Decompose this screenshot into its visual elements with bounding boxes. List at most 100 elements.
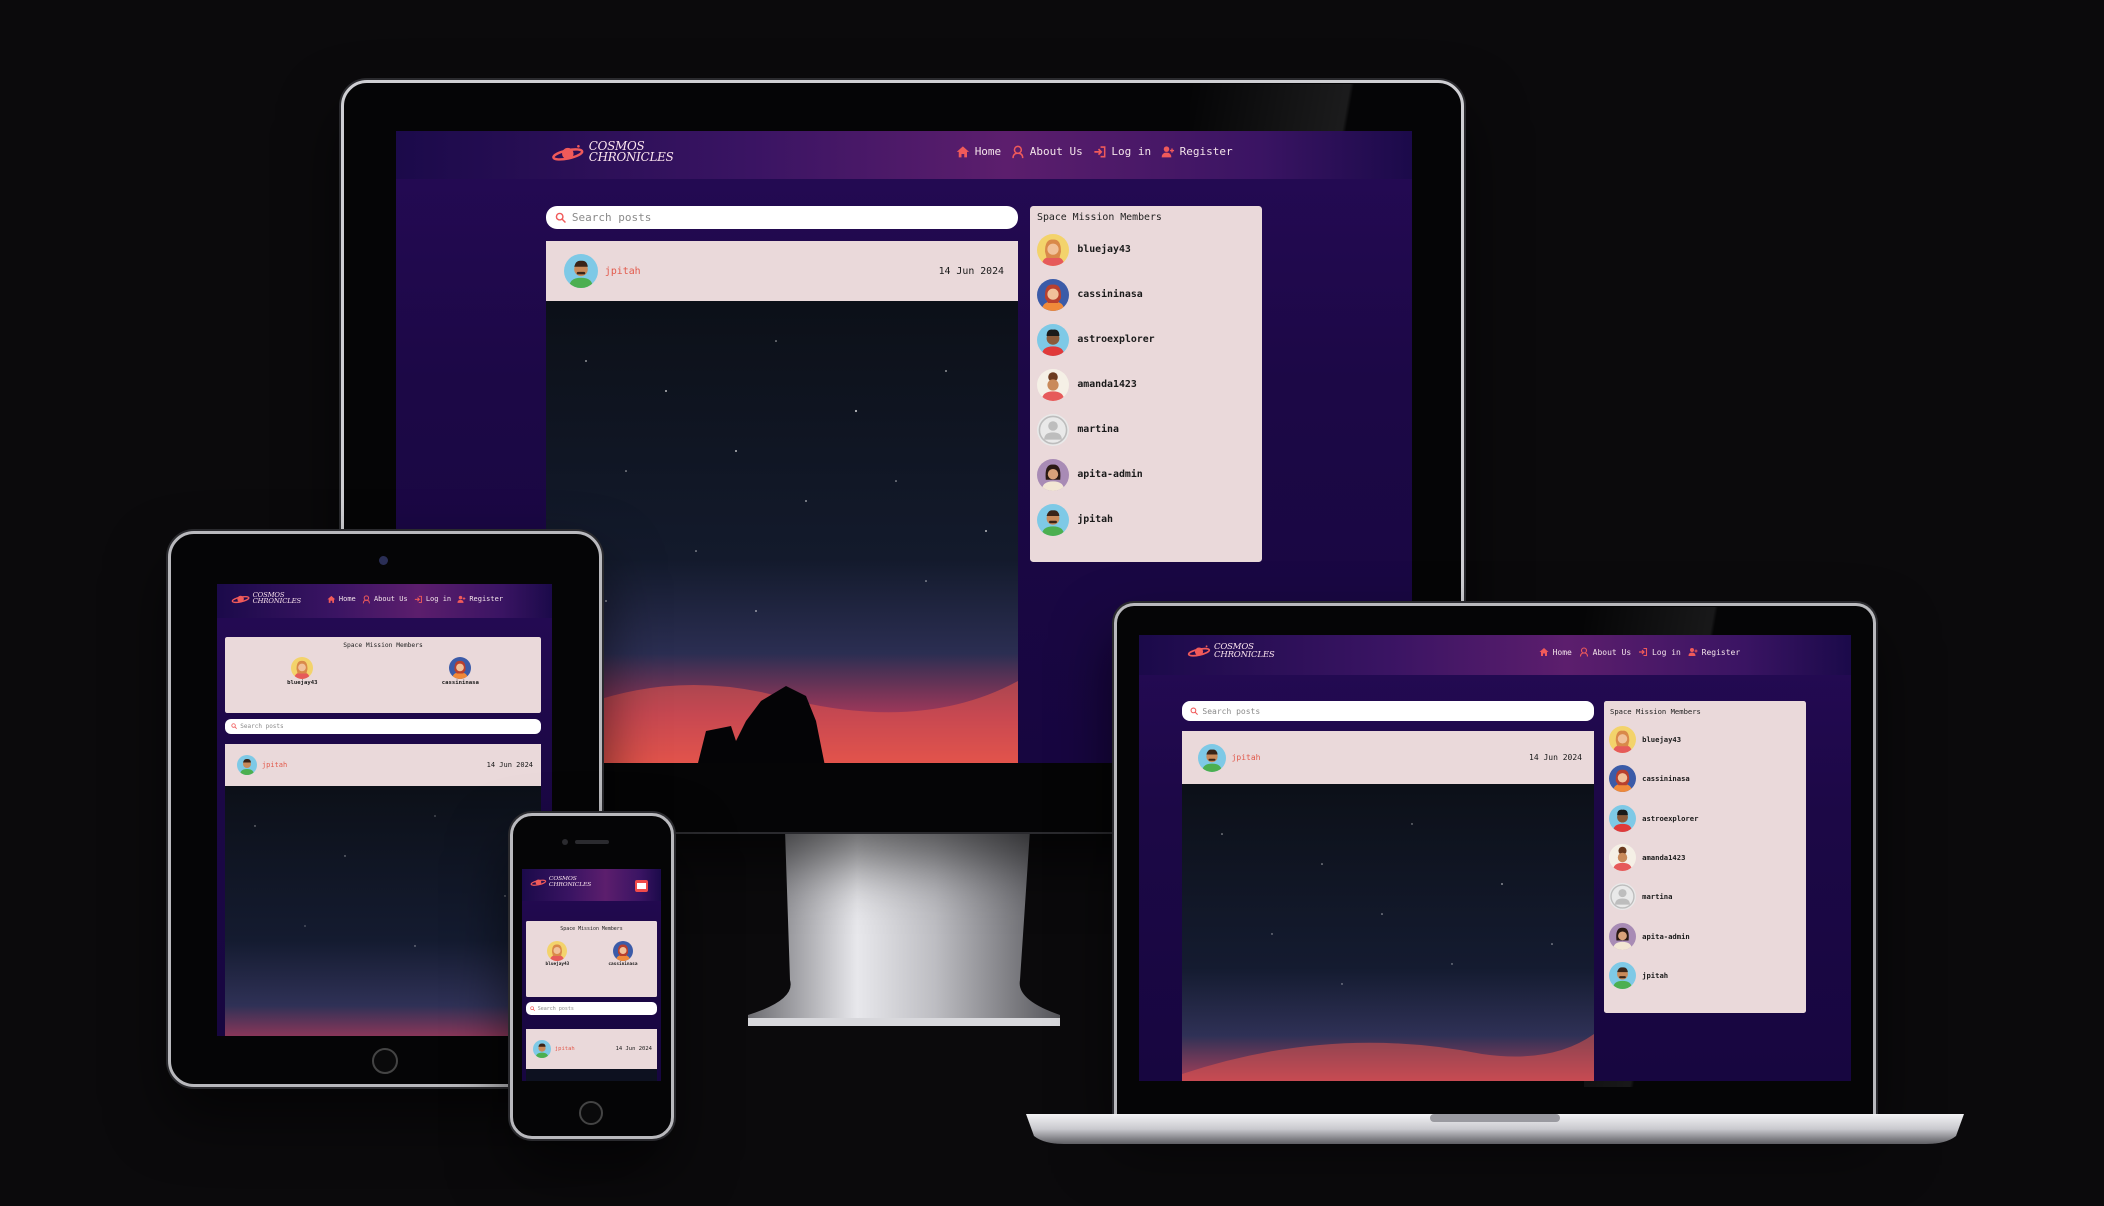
nav-register[interactable]: Register: [1161, 145, 1233, 159]
add-user-icon: [1688, 647, 1698, 657]
member-name: bluejay43: [545, 962, 570, 968]
search-icon: [555, 212, 567, 224]
nav-register[interactable]: Register: [1688, 647, 1740, 657]
member-name: cassininasa: [1642, 774, 1690, 784]
post-author[interactable]: jpitah: [564, 254, 641, 288]
member-row[interactable]: jpitah: [1604, 956, 1806, 995]
search-icon: [530, 1006, 535, 1011]
member-row[interactable]: martina: [1030, 407, 1262, 452]
monitor-stand: [748, 830, 1060, 1026]
planet-logo-icon: [551, 143, 585, 163]
add-user-icon: [1161, 145, 1175, 159]
avatar: [1609, 804, 1637, 832]
nav-login[interactable]: Log in: [1638, 647, 1681, 657]
member-row[interactable]: bluejay43: [1030, 227, 1262, 272]
avatar: [1037, 413, 1070, 446]
tablet-camera: [379, 556, 388, 565]
avatar: [533, 1040, 551, 1058]
avatar: [1037, 458, 1070, 491]
post-card[interactable]: jpitah 14 Jun 2024: [225, 744, 541, 1036]
logo[interactable]: COSMOS CHRONICLES: [231, 592, 301, 605]
post-image: [225, 786, 541, 1036]
post-author[interactable]: jpitah: [533, 1040, 575, 1058]
hamburger-menu-icon[interactable]: [635, 880, 648, 892]
astronaut-icon: [1011, 145, 1025, 159]
member-name: bluejay43: [1077, 244, 1131, 255]
member-card[interactable]: cassininasa: [442, 657, 479, 686]
nav-home[interactable]: Home: [956, 145, 1001, 159]
logo[interactable]: COSMOS CHRONICLES: [1187, 643, 1275, 659]
member-row[interactable]: astroexplorer: [1604, 799, 1806, 838]
avatar: [237, 755, 257, 775]
avatar: [1037, 233, 1070, 266]
nav-home[interactable]: Home: [327, 595, 356, 604]
search-input[interactable]: Search posts: [526, 1002, 657, 1015]
avatar: [1609, 844, 1637, 872]
member-row[interactable]: apita-admin: [1030, 452, 1262, 497]
search-input[interactable]: Search posts: [1182, 701, 1594, 721]
nav-about[interactable]: About Us: [362, 595, 408, 604]
post-card[interactable]: jpitah 14 Jun 2024: [526, 1029, 657, 1081]
laptop-base: [1026, 1114, 1964, 1144]
member-name: martina: [1077, 424, 1119, 435]
planet-logo-icon: [530, 877, 547, 887]
laptop-screen: COSMOS CHRONICLES Home About Us Log in Re…: [1139, 635, 1851, 1081]
nav-home[interactable]: Home: [1539, 647, 1572, 657]
member-row[interactable]: apita-admin: [1604, 916, 1806, 955]
avatar: [1037, 368, 1070, 401]
member-row[interactable]: jpitah: [1030, 497, 1262, 542]
tablet-screen: COSMOS CHRONICLES Home About Us Log in Re…: [217, 584, 552, 1036]
avatar: [1609, 726, 1637, 754]
post-author[interactable]: jpitah: [1198, 743, 1261, 772]
member-name: apita-admin: [1642, 931, 1690, 941]
post-date: 14 Jun 2024: [486, 761, 533, 769]
nav-register[interactable]: Register: [457, 595, 503, 604]
member-card[interactable]: bluejay43: [545, 941, 570, 968]
avatar: [612, 941, 633, 961]
post-header: jpitah 14 Jun 2024: [526, 1029, 657, 1069]
member-row[interactable]: bluejay43: [1604, 720, 1806, 759]
member-row[interactable]: amanda1423: [1604, 838, 1806, 877]
post-author[interactable]: jpitah: [237, 755, 287, 775]
add-user-icon: [457, 595, 466, 604]
member-name: martina: [1642, 892, 1673, 902]
member-row[interactable]: cassininasa: [1030, 272, 1262, 317]
avatar: [547, 941, 568, 961]
member-name: jpitah: [1077, 514, 1113, 525]
logo[interactable]: COSMOS CHRONICLES: [530, 876, 591, 887]
member-row[interactable]: cassininasa: [1604, 759, 1806, 798]
home-icon: [327, 595, 336, 604]
nav-login[interactable]: Log in: [414, 595, 451, 604]
members-panel: Space Mission Members bluejay43 cassinina…: [526, 921, 657, 997]
navbar: COSMOS CHRONICLES Home About Us Log in R…: [396, 131, 1412, 179]
login-icon: [1093, 145, 1107, 159]
search-input[interactable]: Search posts: [546, 206, 1018, 229]
phone-screen: COSMOS CHRONICLES Space Mission Members b…: [522, 869, 661, 1081]
avatar: [1037, 278, 1070, 311]
phone-home-button[interactable]: [579, 1101, 603, 1125]
members-panel: Space Mission Members bluejay43 cassinina…: [225, 637, 541, 713]
post-card[interactable]: jpitah 14 Jun 2024: [1182, 731, 1594, 1081]
phone-speaker: [575, 840, 609, 844]
post-date: 14 Jun 2024: [1529, 753, 1582, 762]
member-row[interactable]: martina: [1604, 877, 1806, 916]
post-card[interactable]: jpitah 14 Jun 2024: [546, 241, 1018, 763]
member-row[interactable]: amanda1423: [1030, 362, 1262, 407]
avatar: [1609, 961, 1637, 989]
nav-login[interactable]: Log in: [1093, 145, 1151, 159]
post-date: 14 Jun 2024: [615, 1046, 652, 1052]
avatar: [291, 657, 314, 679]
post-image: [546, 301, 1018, 763]
nav-about[interactable]: About Us: [1011, 145, 1083, 159]
post-header: jpitah 14 Jun 2024: [546, 241, 1018, 301]
member-row[interactable]: astroexplorer: [1030, 317, 1262, 362]
avatar: [1609, 765, 1637, 793]
tablet-home-button[interactable]: [372, 1048, 398, 1074]
members-grid: bluejay43 cassininasa: [225, 657, 541, 686]
post-date: 14 Jun 2024: [938, 265, 1004, 277]
member-card[interactable]: cassininasa: [608, 941, 637, 967]
member-card[interactable]: bluejay43: [287, 657, 317, 686]
nav-about[interactable]: About Us: [1579, 647, 1631, 657]
search-input[interactable]: Search posts: [225, 719, 541, 734]
logo[interactable]: COSMOS CHRONICLES: [551, 140, 674, 164]
